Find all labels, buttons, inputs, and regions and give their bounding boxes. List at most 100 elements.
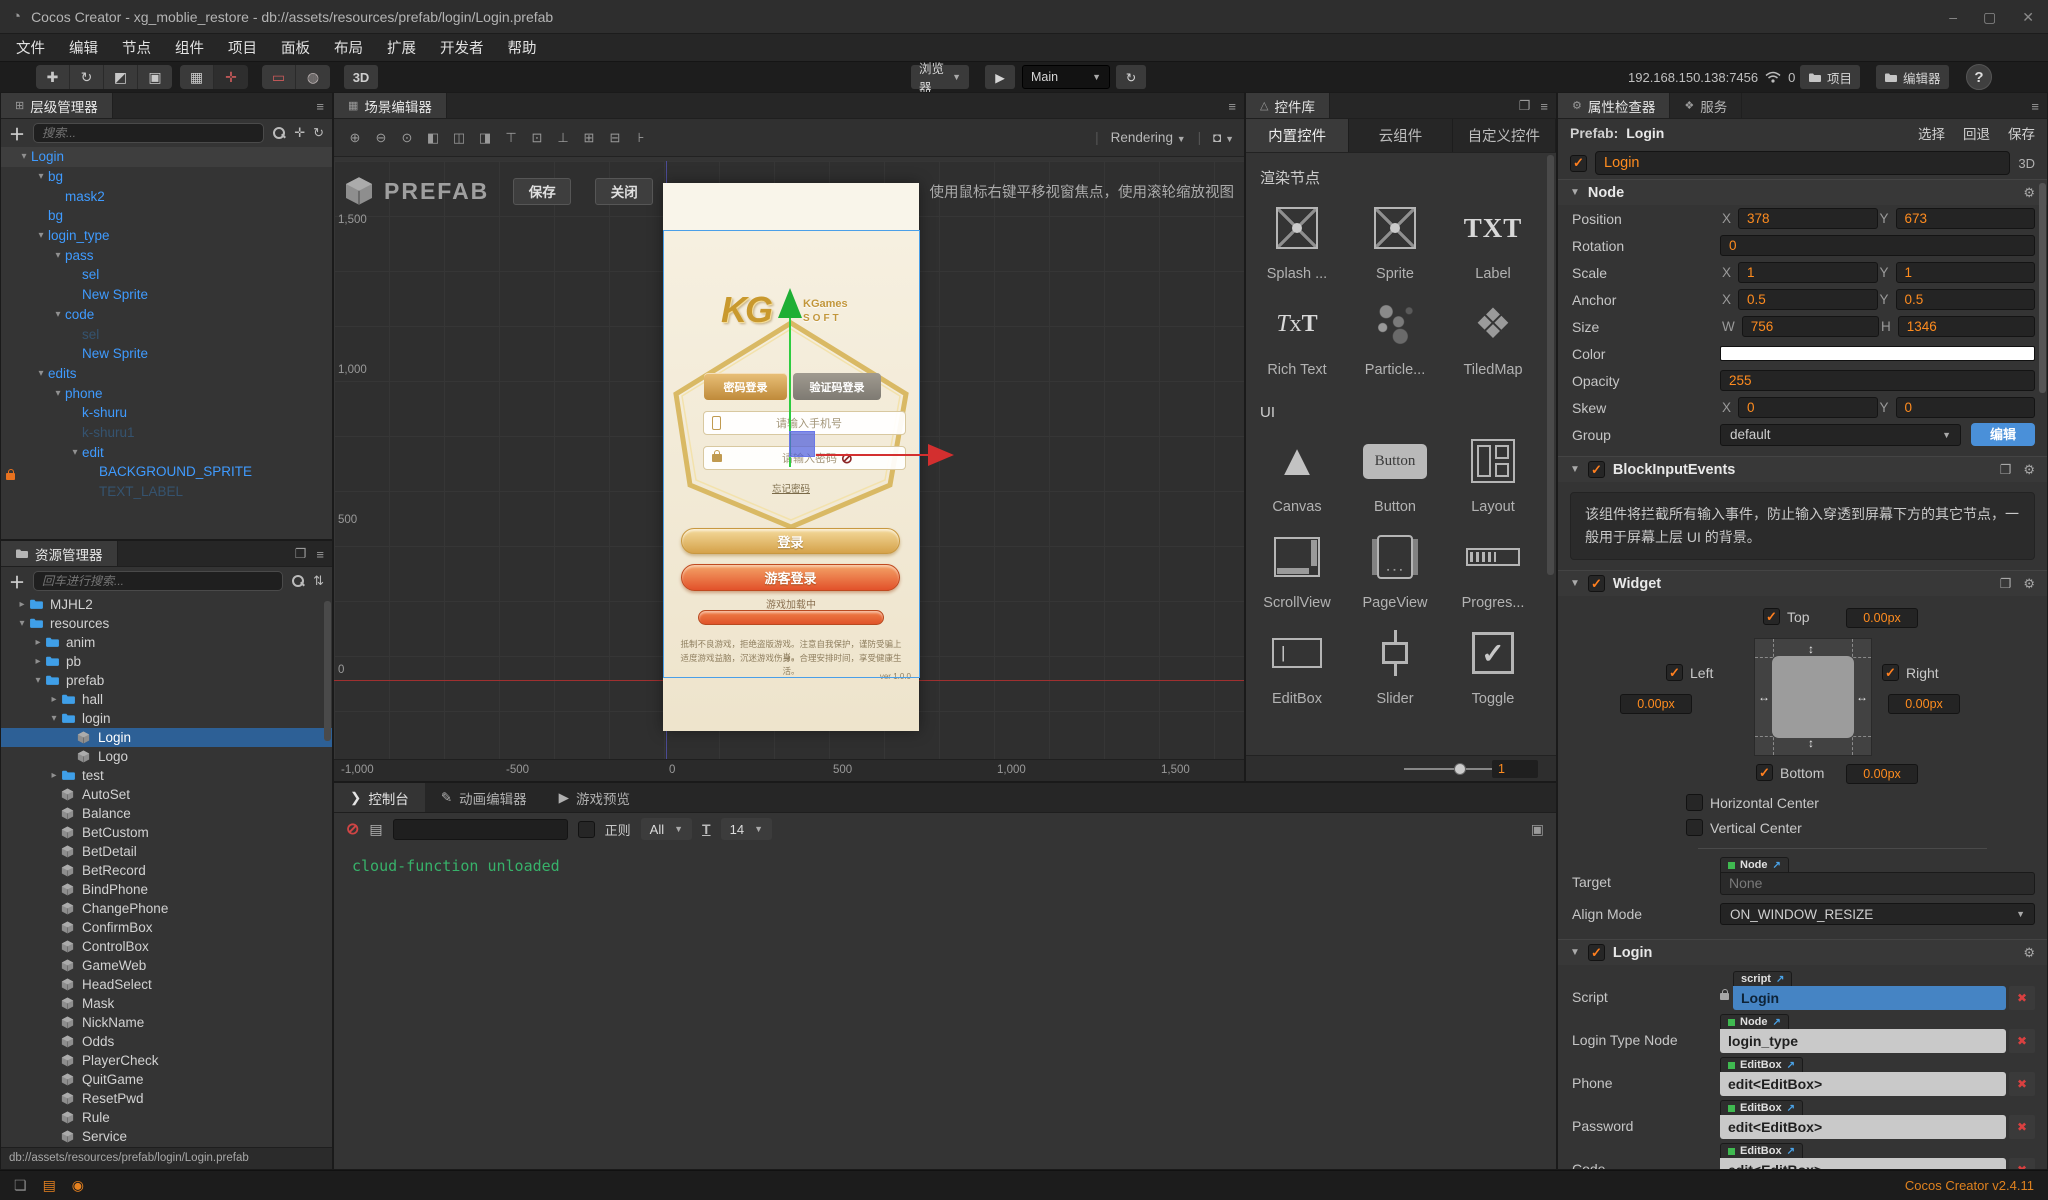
reference-field[interactable]: Login — [1733, 986, 2006, 1011]
tree-item[interactable]: ▾ edit — [1, 442, 332, 462]
library-item-particle[interactable]: Particle... — [1346, 294, 1444, 378]
asset-item[interactable]: PlayerCheck — [1, 1051, 332, 1070]
blockinputevents-section-header[interactable]: ▼ BlockInputEvents ❐ ⚙ — [1558, 456, 2047, 482]
open-editor-button[interactable]: 编辑器 — [1876, 65, 1949, 89]
tree-item[interactable]: ▾ Login — [1, 147, 332, 167]
gizmo-x-arrow[interactable] — [928, 444, 954, 466]
log-filter-input[interactable] — [392, 818, 568, 840]
external-link-icon[interactable]: ↗ — [1787, 1103, 1795, 1114]
widget-right-checkbox[interactable]: Right — [1882, 664, 1939, 682]
expand-arrow-icon[interactable]: ▸ — [31, 656, 45, 667]
align-mode-select[interactable]: ON_WINDOW_RESIZE ▼ — [1720, 903, 2035, 926]
tree-item[interactable]: mask2 — [1, 186, 332, 206]
skew-x-field[interactable]: 0 — [1738, 397, 1878, 418]
size-h-field[interactable]: 1346 — [1897, 316, 2035, 337]
world-local-toggle[interactable]: ◍ — [296, 65, 330, 89]
clear-log-icon[interactable]: ⊘ — [346, 819, 359, 839]
node-active-checkbox[interactable] — [1570, 154, 1587, 172]
tree-item[interactable]: sel — [1, 324, 332, 344]
align-right-icon[interactable]: ◨ — [472, 130, 498, 146]
add-node-button[interactable]: ＋ — [9, 121, 25, 145]
collapse-arrow-icon[interactable]: ▼ — [1570, 187, 1580, 198]
gizmo-anchor-handle[interactable] — [789, 431, 815, 457]
align-left-icon[interactable]: ◧ — [420, 130, 446, 146]
asset-item[interactable]: Service — [1, 1127, 332, 1146]
tab-assets[interactable]: 资源管理器 — [1, 541, 118, 566]
library-item-tiledmap[interactable]: ❖ TiledMap — [1444, 294, 1542, 379]
select-prefab-button[interactable]: 选择 — [1918, 123, 1945, 143]
library-scrollbar[interactable] — [1547, 155, 1554, 575]
tab-inspector[interactable]: ⚙ 属性检查器 — [1558, 93, 1671, 118]
tree-item[interactable]: ▾ code — [1, 305, 332, 325]
asset-item[interactable]: NickName — [1, 1013, 332, 1032]
tree-item[interactable]: k-shuru1 — [1, 423, 332, 443]
scene-canvas[interactable]: PREFAB 保存 关闭 使用鼠标右键平移视窗焦点，使用滚轮缩放视图 1,500… — [334, 161, 1244, 759]
menu-item[interactable]: 项目 — [216, 37, 269, 58]
menu-item[interactable]: 面板 — [269, 37, 322, 58]
menu-item[interactable]: 扩展 — [375, 37, 428, 58]
panel-menu-icon[interactable]: ≡ — [316, 547, 324, 562]
play-button[interactable]: ▶ — [985, 65, 1015, 89]
align-hcenter-icon[interactable]: ◫ — [446, 130, 472, 146]
asset-item[interactable]: Balance — [1, 804, 332, 823]
panel-menu-icon[interactable]: ≡ — [1228, 99, 1236, 114]
asset-item[interactable]: GameWeb — [1, 956, 332, 975]
asset-item[interactable]: AutoSet — [1, 785, 332, 804]
camera-dropdown[interactable]: ◘ ▼ — [1213, 130, 1234, 145]
reference-field[interactable]: login_type — [1720, 1029, 2006, 1054]
asset-item[interactable]: ControlBox — [1, 937, 332, 956]
tab-animation-editor[interactable]: ✎ 动画编辑器 — [425, 783, 543, 812]
library-item-sprite[interactable]: Sprite — [1346, 198, 1444, 282]
size-w-field[interactable]: 756 — [1741, 316, 1879, 337]
collapse-arrow-icon[interactable]: ▼ — [1570, 578, 1580, 589]
tab-service[interactable]: ❖ 服务 — [1670, 93, 1743, 118]
asset-item[interactable]: ▸ test — [1, 766, 332, 785]
rect-tool[interactable]: ▣ — [138, 65, 172, 89]
expand-arrow-icon[interactable]: ▾ — [17, 151, 31, 162]
asset-item[interactable]: Odds — [1, 1032, 332, 1051]
expand-arrow-icon[interactable]: ▾ — [34, 368, 48, 379]
assets-scrollbar[interactable] — [324, 601, 331, 741]
asset-item[interactable]: ▸ MJHL2 — [1, 595, 332, 614]
asset-item[interactable]: QuitGame — [1, 1070, 332, 1089]
minimize-button[interactable]: – — [1949, 9, 1957, 25]
mode-3d-button[interactable]: 3D — [344, 65, 378, 89]
tab-widget-library[interactable]: △ 控件库 — [1246, 93, 1330, 118]
position-x-field[interactable]: 378 — [1738, 208, 1878, 229]
inspector-scrollbar[interactable] — [2039, 183, 2046, 393]
align-top-icon[interactable]: ⊤ — [498, 130, 524, 146]
node-name-field[interactable]: Login — [1595, 151, 2011, 175]
anchor-toggle[interactable]: ✛ — [214, 65, 248, 89]
login-section-header[interactable]: ▼ Login ⚙ — [1558, 939, 2047, 966]
search-icon[interactable] — [291, 574, 305, 588]
remove-reference-button[interactable]: ✖ — [2009, 1115, 2035, 1140]
library-item-slider[interactable]: Slider — [1346, 623, 1444, 707]
widget-top-checkbox[interactable]: Top — [1763, 608, 1810, 626]
expand-arrow-icon[interactable]: ▸ — [47, 694, 61, 705]
locate-node-icon[interactable]: ✛ — [294, 125, 305, 141]
asset-item[interactable]: HeadSelect — [1, 975, 332, 994]
position-y-field[interactable]: 673 — [1895, 208, 2035, 229]
skew-y-field[interactable]: 0 — [1895, 397, 2035, 418]
anchor-y-field[interactable]: 0.5 — [1895, 289, 2035, 310]
align-bottom-icon[interactable]: ⊥ — [550, 130, 576, 146]
external-link-icon[interactable]: ↗ — [1773, 860, 1781, 871]
reference-field[interactable]: edit<EditBox> — [1720, 1115, 2006, 1140]
tree-item[interactable]: sel — [1, 265, 332, 285]
popout-panel-icon[interactable]: ❐ — [1519, 98, 1531, 114]
rect-gizmo-toggle[interactable]: ▭ — [262, 65, 296, 89]
tree-item[interactable]: New Sprite — [1, 285, 332, 305]
watch-icon[interactable]: ◉ — [72, 1177, 84, 1194]
asset-item[interactable]: Login — [1, 728, 332, 747]
refresh-tree-icon[interactable]: ↻ — [313, 125, 324, 141]
distribute-c-icon[interactable]: ⊦ — [628, 130, 654, 146]
font-size-select[interactable]: 14 ▼ — [720, 818, 772, 840]
asset-item[interactable]: ▸ hall — [1, 690, 332, 709]
expand-arrow-icon[interactable]: ▾ — [47, 713, 61, 724]
expand-arrow-icon[interactable]: ▾ — [51, 388, 65, 399]
tree-item[interactable]: TEXT_LABEL — [1, 482, 332, 499]
tab-scene-editor[interactable]: ▦ 场景编辑器 — [334, 93, 447, 118]
asset-item[interactable]: BindPhone — [1, 880, 332, 899]
help-button[interactable]: ? — [1966, 64, 1992, 90]
copy-component-icon[interactable]: ❐ — [2000, 576, 2012, 592]
